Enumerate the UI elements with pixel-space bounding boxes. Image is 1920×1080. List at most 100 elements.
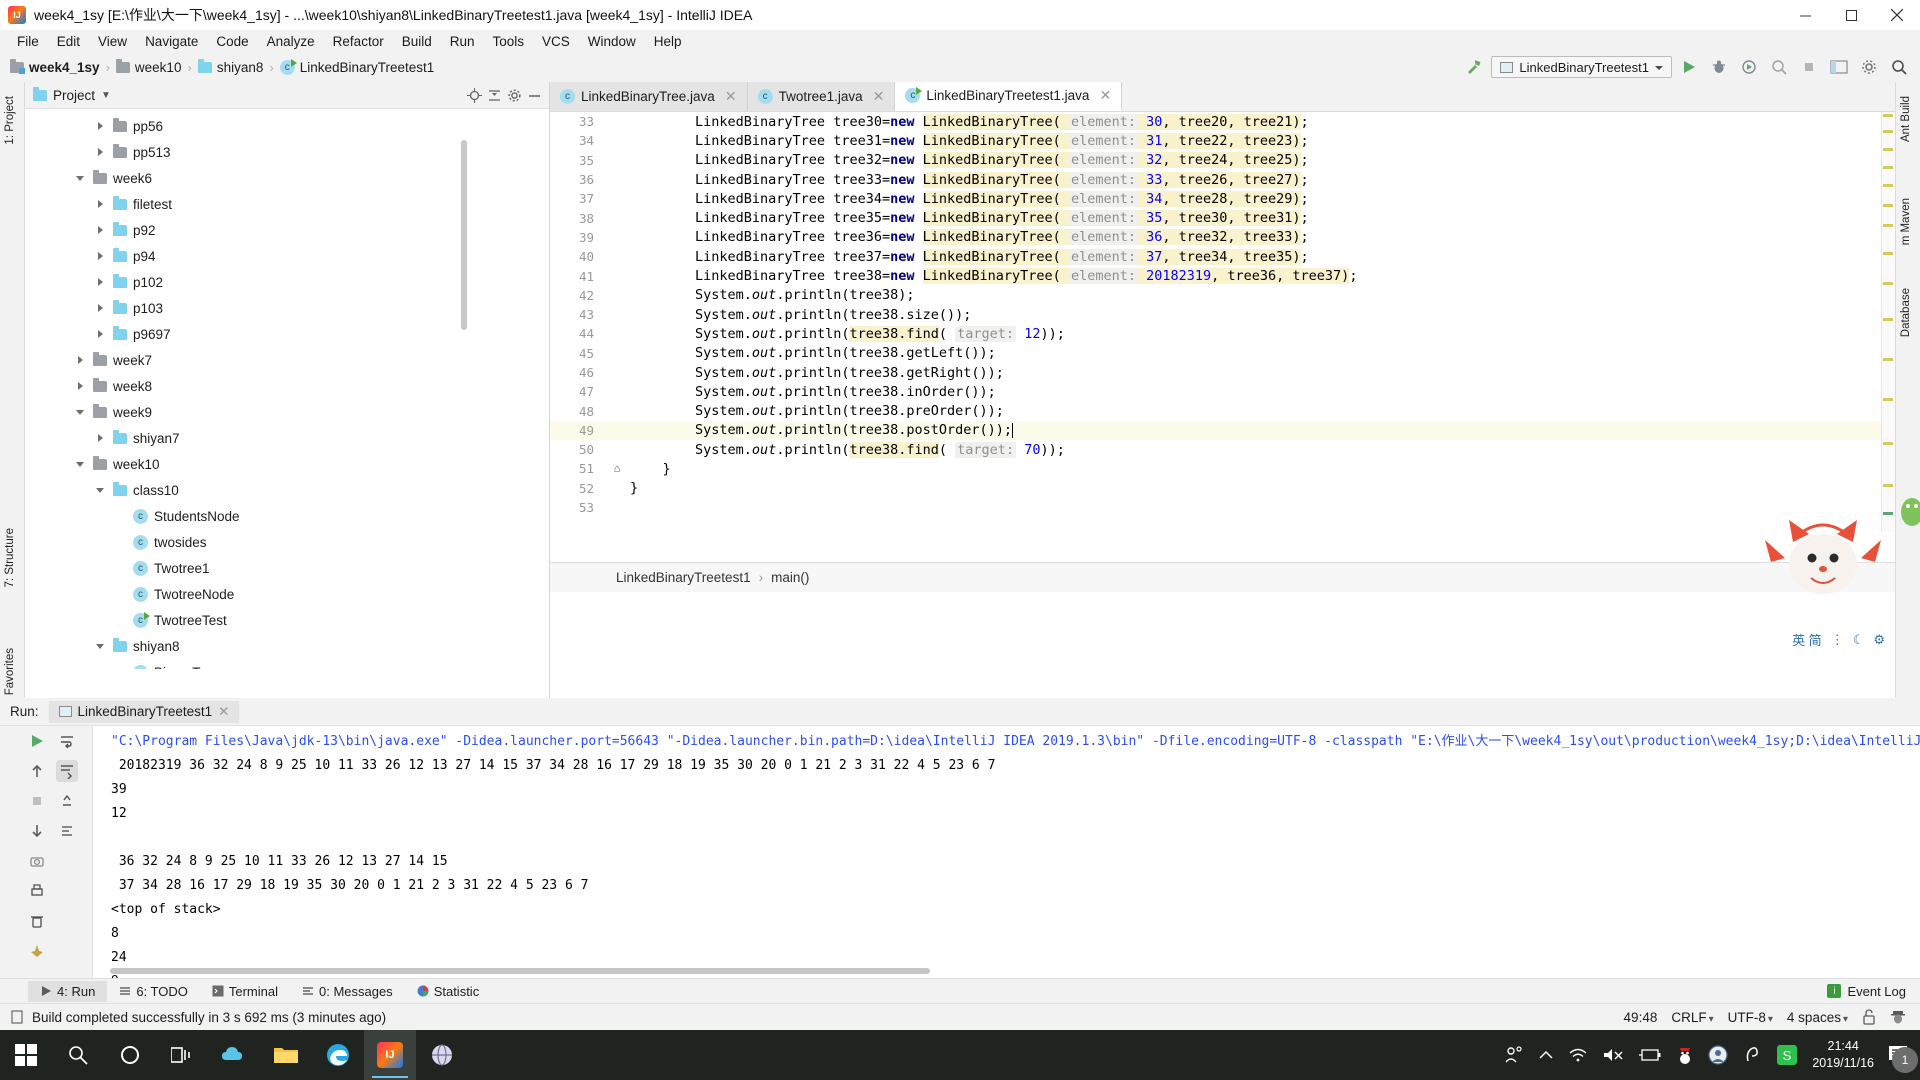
scroll-to-end-icon[interactable] <box>56 760 78 782</box>
tree-item[interactable]: week6 <box>25 165 549 191</box>
code-line[interactable]: 40 LinkedBinaryTree tree37=new LinkedBin… <box>550 247 1895 266</box>
breadcrumb-shiyan8[interactable]: shiyan8 <box>197 58 263 75</box>
gear-icon[interactable]: ⚙ <box>1873 632 1885 648</box>
people-icon[interactable] <box>1504 1045 1524 1065</box>
code-editor[interactable]: 33 LinkedBinaryTree tree30=new LinkedBin… <box>550 112 1895 562</box>
project-tree[interactable]: pp56 pp513 week6 filetest p92 p94 p102 p103 p969… <box>25 109 549 669</box>
scroll-up-icon[interactable] <box>26 760 48 782</box>
code-line[interactable]: 37 LinkedBinaryTree tree34=new LinkedBin… <box>550 189 1895 208</box>
code-line[interactable]: 51 ⌂ } <box>550 459 1895 478</box>
code-line[interactable]: 41 LinkedBinaryTree tree38=new LinkedBin… <box>550 266 1895 285</box>
rail-item-ant-build[interactable]: Ant Build <box>1900 90 1912 148</box>
tree-item[interactable]: p92 <box>25 217 549 243</box>
tree-item[interactable]: p102 <box>25 269 549 295</box>
tree-item[interactable]: c BinaryTree <box>25 659 549 669</box>
minimize-button[interactable] <box>1782 0 1828 30</box>
chevron-right-icon[interactable] <box>95 146 107 158</box>
close-icon[interactable]: ✕ <box>218 704 229 720</box>
unlock-icon[interactable] <box>1862 1009 1876 1025</box>
chevron-right-icon[interactable] <box>75 354 87 366</box>
run-console-output[interactable]: "C:\Program Files\Java\jdk-13\bin\java.e… <box>93 726 1920 978</box>
menu-window[interactable]: Window <box>579 32 645 51</box>
code-line[interactable]: 42 System.out.println(tree38); <box>550 286 1895 305</box>
chevron-right-icon[interactable] <box>95 432 107 444</box>
menu-help[interactable]: Help <box>645 32 691 51</box>
code-line[interactable]: 50 System.out.println(tree38.find( targe… <box>550 440 1895 459</box>
tree-item[interactable]: week7 <box>25 347 549 373</box>
breadcrumb-module[interactable]: week4_1sy <box>10 58 100 75</box>
chevron-right-icon[interactable] <box>95 250 107 262</box>
tree-item[interactable]: p94 <box>25 243 549 269</box>
breadcrumb-class[interactable]: c LinkedBinaryTreetest1 <box>279 58 434 75</box>
code-line[interactable]: 44 System.out.println(tree38.find( targe… <box>550 324 1895 343</box>
event-log-button[interactable]: i Event Log <box>1827 984 1920 999</box>
close-icon[interactable]: ✕ <box>725 88 737 105</box>
menu-edit[interactable]: Edit <box>48 32 89 51</box>
breadcrumb-method-name[interactable]: main() <box>771 570 809 585</box>
menu-analyze[interactable]: Analyze <box>258 32 324 51</box>
console-horizontal-scrollbar[interactable] <box>110 968 930 974</box>
app-icon-cloud[interactable] <box>208 1030 260 1080</box>
export-icon[interactable] <box>56 790 78 812</box>
debug-icon[interactable] <box>1706 55 1732 79</box>
profiler-icon[interactable] <box>1766 55 1792 79</box>
menu-refactor[interactable]: Refactor <box>324 32 393 51</box>
chevron-down-icon[interactable] <box>95 640 107 652</box>
tree-item[interactable]: c TwotreeTest <box>25 607 549 633</box>
tab-linkedbinarytree[interactable]: c LinkedBinaryTree.java ✕ <box>550 82 748 111</box>
ps-icon[interactable] <box>1742 1045 1762 1065</box>
build-hammer-icon[interactable] <box>1461 55 1487 79</box>
code-line[interactable]: 43 System.out.println(tree38.size()); <box>550 305 1895 324</box>
close-icon[interactable]: ✕ <box>873 88 885 105</box>
menu-run[interactable]: Run <box>441 32 484 51</box>
ime-mode-label[interactable]: 英 简 <box>1792 630 1822 649</box>
wifi-icon[interactable] <box>1568 1047 1588 1063</box>
error-stripe[interactable] <box>1881 112 1895 532</box>
sogou-icon[interactable]: S <box>1776 1044 1798 1066</box>
code-line[interactable]: 52} <box>550 479 1895 498</box>
tree-item[interactable]: p9697 <box>25 321 549 347</box>
close-button[interactable] <box>1874 0 1920 30</box>
caret-position[interactable]: 49:48 <box>1624 1010 1658 1025</box>
start-button-icon[interactable] <box>0 1030 52 1080</box>
pin-icon[interactable] <box>26 940 48 962</box>
volume-mute-icon[interactable] <box>1602 1047 1624 1063</box>
code-line[interactable]: 48 System.out.println(tree38.preOrder())… <box>550 401 1895 420</box>
fold-gutter[interactable]: ⌂ <box>604 462 630 475</box>
maximize-button[interactable] <box>1828 0 1874 30</box>
chevron-down-icon[interactable]: ▼ <box>101 90 111 101</box>
tree-item[interactable]: p103 <box>25 295 549 321</box>
tree-item[interactable]: pp56 <box>25 113 549 139</box>
chevron-right-icon[interactable] <box>95 328 107 340</box>
chevron-up-icon[interactable] <box>1538 1049 1554 1061</box>
search-icon[interactable] <box>52 1030 104 1080</box>
edge-icon[interactable] <box>312 1030 364 1080</box>
run-tab-linkedbinarytreetest1[interactable]: LinkedBinaryTreetest1 ✕ <box>48 700 240 723</box>
close-icon[interactable]: ✕ <box>1099 87 1111 104</box>
menu-code[interactable]: Code <box>207 32 257 51</box>
tree-item[interactable]: week10 <box>25 451 549 477</box>
trash-icon[interactable] <box>26 910 48 932</box>
collapse-all-icon[interactable] <box>485 86 503 104</box>
moon-icon[interactable]: ☾ <box>1853 632 1865 648</box>
code-line[interactable]: 46 System.out.println(tree38.getRight())… <box>550 363 1895 382</box>
rerun-icon[interactable] <box>26 730 48 752</box>
soft-wrap-icon[interactable] <box>56 730 78 752</box>
code-line[interactable]: 33 LinkedBinaryTree tree30=new LinkedBin… <box>550 112 1895 131</box>
tree-item[interactable]: c StudentsNode <box>25 503 549 529</box>
menu-build[interactable]: Build <box>393 32 441 51</box>
chevron-right-icon[interactable] <box>95 276 107 288</box>
run-icon[interactable] <box>1676 55 1702 79</box>
code-line[interactable]: 38 LinkedBinaryTree tree35=new LinkedBin… <box>550 208 1895 227</box>
project-tree-scrollbar[interactable] <box>461 140 467 330</box>
file-encoding[interactable]: UTF-8 ▾ <box>1728 1010 1773 1025</box>
notification-center-button[interactable]: 1 <box>1888 1044 1918 1073</box>
menu-file[interactable]: File <box>8 32 48 51</box>
search-icon[interactable] <box>1886 55 1912 79</box>
qq-icon[interactable] <box>1676 1045 1694 1065</box>
tree-item[interactable]: c TwotreeNode <box>25 581 549 607</box>
chevron-right-icon[interactable] <box>75 380 87 392</box>
bottom-tab-run[interactable]: 4: Run <box>28 980 108 1002</box>
rail-item-project[interactable]: 1: Project <box>4 90 16 151</box>
file-explorer-icon[interactable] <box>260 1030 312 1080</box>
